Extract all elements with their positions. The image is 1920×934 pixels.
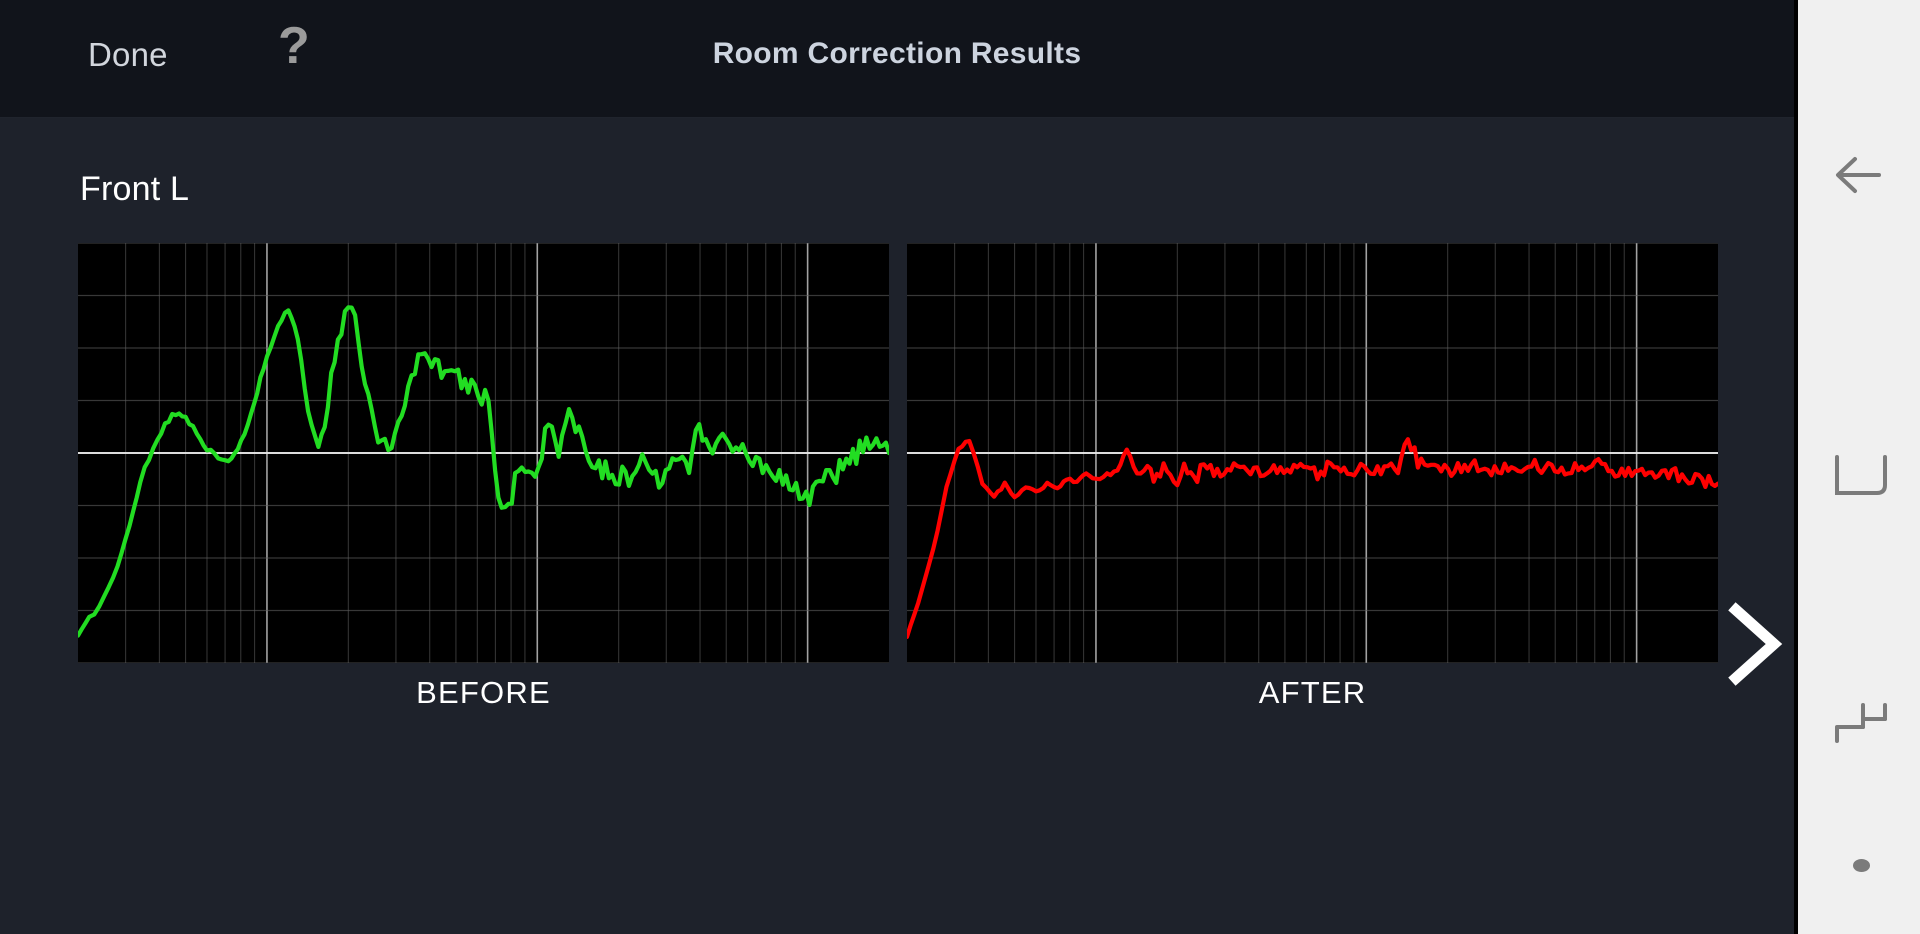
- chart-after-wrapper: AFTER: [907, 243, 1718, 710]
- title-bar: Done ? Room Correction Results: [0, 0, 1794, 118]
- split-screen-icon[interactable]: [1798, 688, 1920, 758]
- phone-screen: Done ? Room Correction Results Front L B…: [0, 0, 1794, 934]
- chart-before-wrapper: BEFORE: [78, 243, 889, 710]
- chart-after: [907, 243, 1718, 663]
- channel-label: Front L: [80, 170, 190, 208]
- frequency-response-plot-after: [907, 243, 1718, 663]
- app-root: Done ? Room Correction Results Front L B…: [0, 0, 1920, 934]
- rounded-square-icon[interactable]: [1798, 440, 1920, 510]
- dot-indicator-icon[interactable]: [1798, 845, 1920, 885]
- android-navigation-bar: [1794, 0, 1920, 934]
- chart-caption-before: BEFORE: [416, 675, 551, 710]
- frequency-response-plot-before: [78, 243, 889, 663]
- charts-row: BEFORE AFTER: [78, 243, 1718, 710]
- chart-caption-after: AFTER: [1258, 675, 1367, 710]
- content-area: Front L BEFORE AFTER: [0, 118, 1794, 934]
- chart-before: [78, 243, 889, 663]
- arrow-left-icon[interactable]: [1798, 140, 1920, 210]
- chevron-right-icon[interactable]: [1726, 602, 1786, 686]
- page-title: Room Correction Results: [712, 37, 1082, 70]
